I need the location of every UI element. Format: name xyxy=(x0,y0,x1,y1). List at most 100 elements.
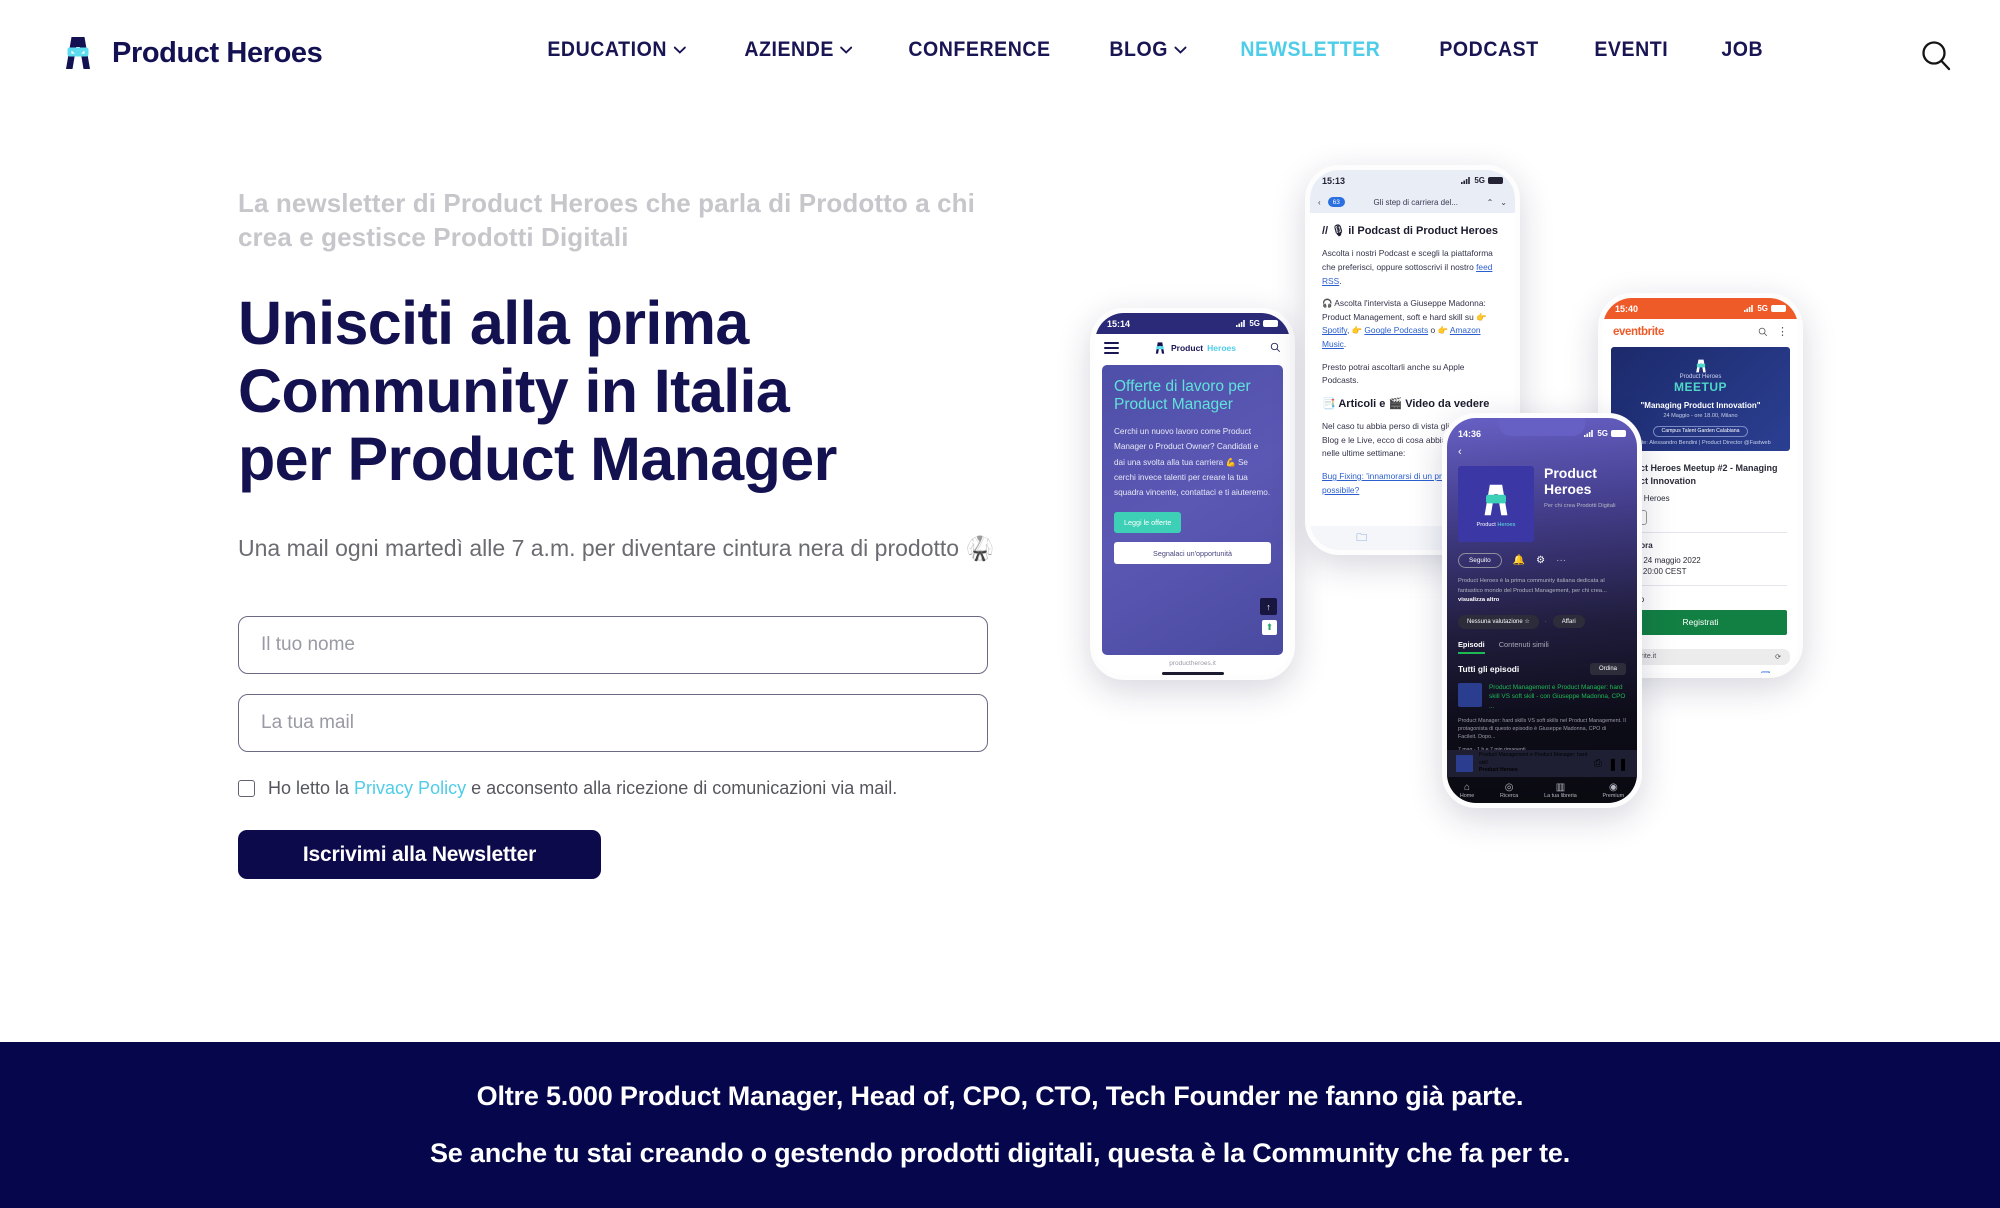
back-icon[interactable]: ‹ xyxy=(1318,198,1321,207)
player-show-name: Product Heroes xyxy=(1479,767,1518,774)
report-opportunity-button[interactable]: Segnalaci un'opportunità xyxy=(1114,542,1271,565)
hero-eyebrow: La newsletter di Product Heroes che parl… xyxy=(238,188,975,253)
eventbrite-topbar: eventbrite ⋮ xyxy=(1603,319,1798,344)
chevron-up-icon[interactable]: ⌃ xyxy=(1487,198,1494,207)
pause-icon[interactable]: ❚❚ xyxy=(1608,757,1628,771)
spotify-link[interactable]: Spotify xyxy=(1322,325,1347,335)
player-thumbnail xyxy=(1456,755,1473,772)
phone-notch xyxy=(1147,313,1238,331)
product-heroes-mask-logo-icon xyxy=(1484,484,1508,515)
nav-search-label: Ricerca xyxy=(1500,792,1519,799)
read-offers-button[interactable]: Leggi le offerte xyxy=(1114,512,1182,534)
status-time: 15:13 xyxy=(1322,175,1346,186)
bell-icon[interactable]: 🔔 xyxy=(1513,555,1525,566)
tab-episodi[interactable]: Episodi xyxy=(1458,640,1485,654)
page-title: Unisciti alla prima Community in Italia … xyxy=(238,289,1028,494)
brand-name: Product Heroes xyxy=(112,36,323,69)
social-proof-band: Oltre 5.000 Product Manager, Head of, CP… xyxy=(0,1042,2000,1208)
podcast-cover-art: Product Heroes xyxy=(1458,466,1534,542)
headline-line-3: per Product Manager xyxy=(238,425,837,494)
nav-home[interactable]: ⌂ Home xyxy=(1460,782,1474,799)
back-icon[interactable]: ‹ xyxy=(1458,446,1626,458)
nav-label-newsletter: NEWSLETTER xyxy=(1240,38,1381,61)
nav-library-label: La tua libreria xyxy=(1544,792,1577,799)
nav-item-newsletter[interactable]: NEWSLETTER xyxy=(1218,38,1403,62)
rating-tag[interactable]: Nessuna valutazione ☆ xyxy=(1458,614,1539,629)
now-playing-bar[interactable]: Product Management e Product Manager: ha… xyxy=(1447,750,1637,777)
overflow-menu-icon[interactable]: ··· xyxy=(1556,555,1566,566)
search-icon[interactable] xyxy=(1270,342,1281,353)
home-indicator xyxy=(1161,672,1224,675)
nav-item-podcast[interactable]: PODCAST xyxy=(1417,38,1561,62)
status-indicators: 5G xyxy=(1461,176,1503,185)
nav-premium-label: Premium xyxy=(1602,792,1625,799)
search-icon[interactable] xyxy=(1758,327,1768,337)
main-navigation: EDUCATION AZIENDE CONFERENCE BLOG NEWSLE… xyxy=(525,38,1792,62)
band-line-2: Se anche tu stai creando o gestendo prod… xyxy=(429,1138,1570,1168)
nav-item-blog[interactable]: BLOG xyxy=(1087,38,1209,62)
mail-paragraph-2: 🎧 Ascolta l'intervista a Giuseppe Madonn… xyxy=(1322,298,1487,349)
archive-icon[interactable]: 🗀 xyxy=(1356,529,1367,548)
mail-paragraph-1: Ascolta i nostri Podcast e scegli la pia… xyxy=(1322,248,1493,286)
podcast-subtitle: Per chi crea Prodotti Digitali xyxy=(1544,503,1616,510)
order-button[interactable]: Ordina xyxy=(1589,662,1626,675)
gear-icon[interactable]: ⚙ xyxy=(1536,555,1545,566)
phone-brand-accent: Heroes xyxy=(1207,342,1236,353)
subscribe-button[interactable]: Iscrivimi alla Newsletter xyxy=(238,830,601,880)
newsletter-signup-form: Ho letto la Privacy Policy e acconsento … xyxy=(238,616,988,880)
tab-contenuti-simili[interactable]: Contenuti simili xyxy=(1499,640,1549,654)
phone-notch xyxy=(1365,170,1460,188)
upload-icon[interactable]: ⬆ xyxy=(1262,620,1277,635)
google-podcasts-link[interactable]: Google Podcasts xyxy=(1364,325,1428,335)
consent-row: Ho letto la Privacy Policy e acconsento … xyxy=(238,778,988,799)
email-input[interactable] xyxy=(238,694,988,753)
nav-item-eventi[interactable]: EVENTI xyxy=(1572,38,1691,62)
nav-item-aziende[interactable]: AZIENDE xyxy=(722,38,875,62)
nav-label-education: EDUCATION xyxy=(547,38,667,61)
phone-brand-logo: Product Heroes xyxy=(1153,341,1236,355)
mail-paragraph-3: Presto potrai ascoltarli anche su Apple … xyxy=(1322,361,1465,386)
mail-p1-text: Ascolta i nostri Podcast e scegli la pia… xyxy=(1322,248,1493,272)
nav-search[interactable]: ◎ Ricerca xyxy=(1500,782,1518,799)
episode-list-item[interactable]: Product Management e Product Manager: ha… xyxy=(1458,682,1626,712)
show-more-link[interactable]: visualizza altro xyxy=(1458,597,1499,603)
nav-label-aziende: AZIENDE xyxy=(744,38,834,61)
hamburger-menu-icon[interactable] xyxy=(1104,339,1119,357)
product-heroes-mask-logo-icon xyxy=(66,37,90,69)
nav-home-label: Home xyxy=(1459,792,1475,799)
devices-icon[interactable]: ⎙ xyxy=(1594,758,1602,769)
home-icon: ⌂ xyxy=(1464,781,1471,793)
hero-subtitle: Una mail ogni martedì alle 7 a.m. per di… xyxy=(238,534,995,561)
nav-premium[interactable]: ◉ Premium xyxy=(1603,782,1625,799)
name-input[interactable] xyxy=(238,616,988,675)
overflow-menu-icon[interactable]: ⋮ xyxy=(1777,325,1788,338)
podcast-title-line-1: Product xyxy=(1544,465,1597,481)
tabs-icon[interactable]: ❐ xyxy=(1761,670,1771,673)
eventbrite-logo: eventbrite xyxy=(1613,325,1664,338)
search-icon xyxy=(1922,41,1951,71)
episode-description: Product Manager: hard skills VS soft ski… xyxy=(1458,717,1626,741)
chevron-down-icon[interactable]: ⌄ xyxy=(1500,198,1507,207)
privacy-consent-checkbox[interactable] xyxy=(238,780,255,798)
nav-item-education[interactable]: EDUCATION xyxy=(525,38,708,62)
scroll-top-icon[interactable]: ↑ xyxy=(1260,598,1277,615)
bookmarks-icon[interactable]: ▭ xyxy=(1695,670,1705,673)
battery-icon xyxy=(1488,177,1503,184)
search-button[interactable] xyxy=(1914,34,1958,78)
jobs-hero-card: Offerte di lavoro per Product Manager Ce… xyxy=(1102,365,1283,655)
nav-label-podcast: PODCAST xyxy=(1439,38,1539,61)
podcast-screen: 14:36 5G ‹ Product Heroes Product Heroes… xyxy=(1447,418,1637,803)
nav-item-conference[interactable]: CONFERENCE xyxy=(886,38,1073,62)
mail-heading-articles: 📑 Articoli e 🎬 Video da vedere xyxy=(1322,397,1490,410)
privacy-policy-link[interactable]: Privacy Policy xyxy=(354,778,466,798)
nav-library[interactable]: ▥ La tua libreria xyxy=(1544,782,1577,799)
phone-notch xyxy=(1498,418,1586,436)
nav-item-job[interactable]: JOB xyxy=(1699,38,1785,62)
chevron-down-icon xyxy=(840,46,853,54)
category-tag[interactable]: Affari xyxy=(1552,615,1585,629)
following-button[interactable]: Seguito xyxy=(1458,553,1502,568)
status-indicators: 5G xyxy=(1584,429,1626,438)
brand-logo[interactable]: Product Heroes xyxy=(58,33,323,73)
reload-icon[interactable]: ⟳ xyxy=(1775,653,1781,661)
episode-title: Product Management e Product Manager: ha… xyxy=(1489,683,1626,710)
